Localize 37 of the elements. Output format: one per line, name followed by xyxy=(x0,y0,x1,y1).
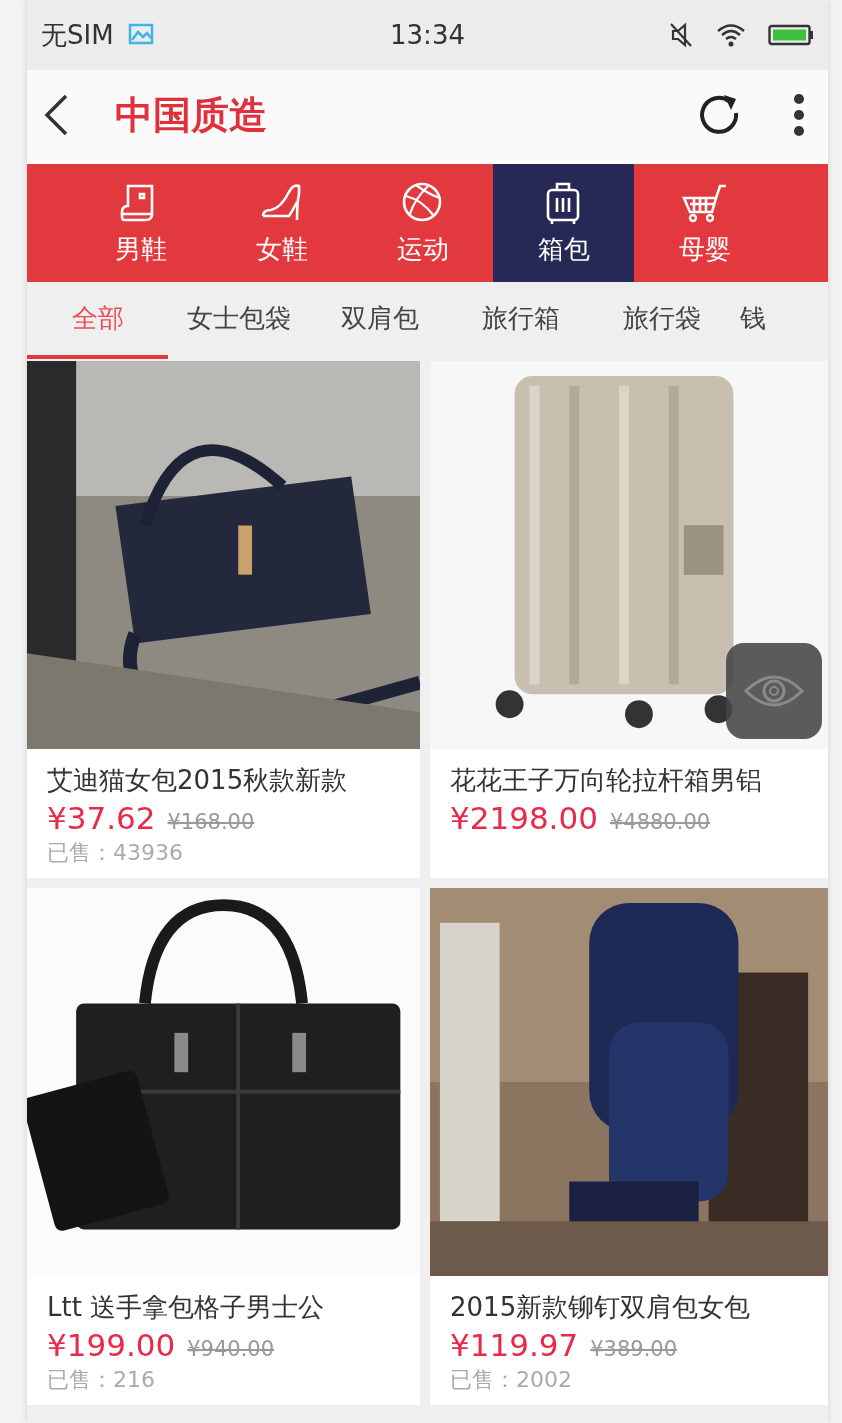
filter-tab[interactable]: 双肩包 xyxy=(309,282,450,359)
sold-count: 已售：2002 xyxy=(450,1366,573,1394)
category-tab[interactable]: 男鞋 xyxy=(70,164,211,282)
product-card[interactable]: 艾迪猫女包2015秋款新款 ¥37.62 ¥168.00 已售：43936 xyxy=(27,361,420,878)
product-name: Ltt 送手拿包格子男士公 xyxy=(47,1291,326,1324)
category-tab[interactable]: 箱包 xyxy=(493,164,634,282)
sold-count: 已售：43936 xyxy=(47,839,184,867)
clock-text: 13:34 xyxy=(390,20,465,50)
product-card[interactable]: 2015新款铆钉双肩包女包 ¥119.97 ¥389.00 已售：2002 xyxy=(430,888,828,1405)
original-price: ¥168.00 xyxy=(167,810,255,834)
price: ¥37.62 xyxy=(47,800,156,836)
filter-tab[interactable]: 女士包袋 xyxy=(168,282,309,359)
image-icon xyxy=(127,23,154,47)
battery-icon xyxy=(768,23,814,47)
price: ¥119.97 xyxy=(450,1327,579,1363)
eye-button[interactable] xyxy=(726,643,822,739)
mute-icon xyxy=(668,21,694,49)
product-name: 艾迪猫女包2015秋款新款 xyxy=(47,764,349,797)
filter-tab[interactable]: 旅行箱 xyxy=(450,282,591,359)
original-price: ¥4880.00 xyxy=(609,810,711,834)
category-tab[interactable]: 母婴 xyxy=(634,164,775,282)
product-name: 花花王子万向轮拉杆箱男铝 xyxy=(450,764,763,797)
filter-tab[interactable]: 钱 xyxy=(740,282,766,359)
category-tab[interactable]: 运动 xyxy=(352,164,493,282)
more-icon xyxy=(792,93,806,137)
sold-count: 已售：216 xyxy=(47,1366,156,1394)
original-price: ¥940.00 xyxy=(187,1337,275,1361)
wifi-icon xyxy=(716,23,746,47)
product-name: 2015新款铆钉双肩包女包 xyxy=(450,1291,752,1324)
page-title: 中国质造 xyxy=(115,91,268,139)
carrier-text: 无SIM xyxy=(41,18,114,52)
price: ¥2198.00 xyxy=(450,800,598,836)
price: ¥199.00 xyxy=(47,1327,176,1363)
original-price: ¥389.00 xyxy=(590,1337,678,1361)
category-tab[interactable]: 女鞋 xyxy=(211,164,352,282)
filter-tab[interactable]: 旅行袋 xyxy=(591,282,732,359)
product-card[interactable]: 花花王子万向轮拉杆箱男铝 ¥2198.00 ¥4880.00 xyxy=(430,361,828,878)
